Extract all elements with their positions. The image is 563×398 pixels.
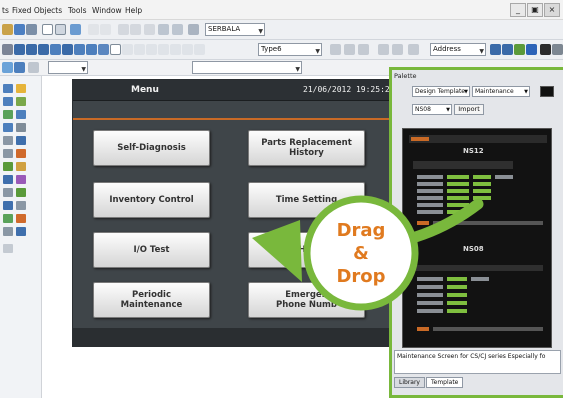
drag-arrowhead-icon <box>252 220 302 282</box>
drag-drop-badge: Drag & Drop <box>316 185 406 321</box>
drag-drop-label: Drag & Drop <box>336 219 386 287</box>
drag-arrow-overlay <box>252 195 484 311</box>
